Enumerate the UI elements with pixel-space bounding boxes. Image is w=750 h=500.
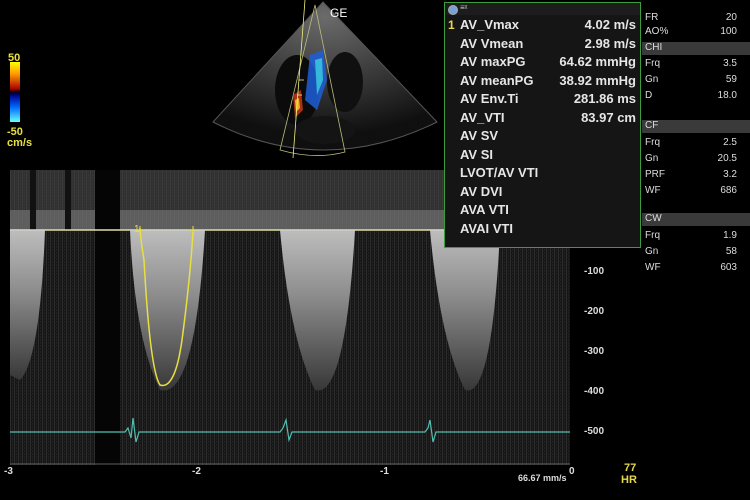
measurement-index: 1 — [448, 18, 455, 32]
sector-2d-image — [212, 0, 438, 159]
measurement-label: AV SV — [460, 128, 499, 143]
sweep-speed: 66.67 mm/s — [518, 473, 567, 483]
cw-wf-row: WF 603 — [645, 262, 737, 273]
measurement-row[interactable]: AV SV — [445, 128, 640, 146]
cw-section-header: CW — [642, 213, 750, 226]
measurement-row[interactable]: AVAI VTI — [445, 221, 640, 239]
param-row-fr: FR 20 — [645, 12, 737, 23]
velocity-tick: -400 — [584, 386, 605, 397]
measurement-label: AV maxPG — [460, 54, 526, 69]
measurement-label: AV meanPG — [460, 72, 534, 88]
cw-frq-row: Frq 1.9 — [645, 230, 737, 241]
chi-d-row: D 18.0 — [645, 90, 737, 101]
measurement-panel[interactable]: ≡ᵡ 1 AV_Vmax 4.02 m/s AV Vmean 2.98 m/s AV ma… — [444, 2, 641, 248]
heart-rate-value: 77 — [624, 462, 637, 474]
measurement-label: AV_VTI — [460, 109, 505, 125]
measurement-value: 38.92 mmHg — [559, 72, 636, 88]
measurement-row[interactable]: AV Env.Ti 281.86 ms — [445, 91, 640, 109]
time-tick: 0 — [569, 466, 575, 477]
measurement-label: LVOT/AV VTI — [460, 165, 539, 180]
heart-rate-label: HR — [621, 474, 637, 486]
time-tick: -2 — [192, 466, 201, 477]
measurement-value: 2.98 m/s — [584, 35, 636, 51]
scan-parameters-panel: FR 20 AO% 100 CHI Frq 3.5 Gn 59 D 18.0 CF F… — [640, 0, 750, 290]
cf-section-header: CF — [642, 120, 750, 133]
measurement-row[interactable]: AV meanPG 38.92 mmHg — [445, 73, 640, 91]
measurement-value: 83.97 cm — [581, 109, 636, 125]
panel-indicator-icon — [448, 5, 458, 15]
measurement-row[interactable]: AV Vmean 2.98 m/s — [445, 36, 640, 54]
chi-frq-row: Frq 3.5 — [645, 58, 737, 69]
time-tick: -3 — [4, 466, 13, 477]
vendor-label: GE — [330, 6, 348, 20]
measurement-row[interactable]: AV_VTI 83.97 cm — [445, 110, 640, 128]
measurement-value: 281.86 ms — [573, 91, 636, 106]
measurement-row[interactable]: AV DVI — [445, 184, 640, 202]
velocity-tick: -100 — [584, 266, 605, 277]
time-tick: -1 — [380, 466, 389, 477]
measurement-label: AV DVI — [460, 183, 503, 199]
color-scale-unit: cm/s — [7, 137, 33, 149]
cf-wf-row: WF 686 — [645, 185, 737, 196]
panel-menu-icon: ≡ᵡ — [460, 3, 468, 12]
measurement-label: AVAI VTI — [460, 220, 513, 236]
measurement-panel-header: ≡ᵡ — [445, 3, 640, 15]
measurement-row[interactable]: AVA VTI — [445, 202, 640, 220]
cf-prf-row: PRF 3.2 — [645, 169, 737, 180]
velocity-tick: -300 — [584, 346, 605, 357]
measurement-row[interactable]: 1 AV_Vmax 4.02 m/s — [445, 17, 640, 35]
measurement-row[interactable]: LVOT/AV VTI — [445, 165, 640, 183]
measurement-label: AVA VTI — [460, 202, 509, 217]
measurement-row[interactable]: AV maxPG 64.62 mmHg — [445, 54, 640, 72]
measurement-label: AV_Vmax — [460, 17, 520, 32]
color-scale-bar — [10, 62, 20, 122]
measurement-label: AV Vmean — [460, 35, 524, 51]
measurement-value: 4.02 m/s — [584, 17, 636, 32]
color-scale-max: 50 — [8, 52, 21, 64]
chi-gn-row: Gn 59 — [645, 74, 737, 85]
chi-section-header: CHI — [642, 42, 750, 55]
cw-gn-row: Gn 58 — [645, 246, 737, 257]
velocity-tick: -500 — [584, 426, 605, 437]
cf-gn-row: Gn 20.5 — [645, 153, 737, 164]
velocity-tick: -200 — [584, 306, 605, 317]
measurement-value: 64.62 mmHg — [559, 54, 636, 69]
param-row-ao: AO% 100 — [645, 26, 737, 37]
measurement-row[interactable]: AV SI — [445, 147, 640, 165]
measurement-label: AV SI — [460, 146, 493, 162]
cf-frq-row: Frq 2.5 — [645, 137, 737, 148]
measurement-label: AV Env.Ti — [460, 91, 519, 106]
